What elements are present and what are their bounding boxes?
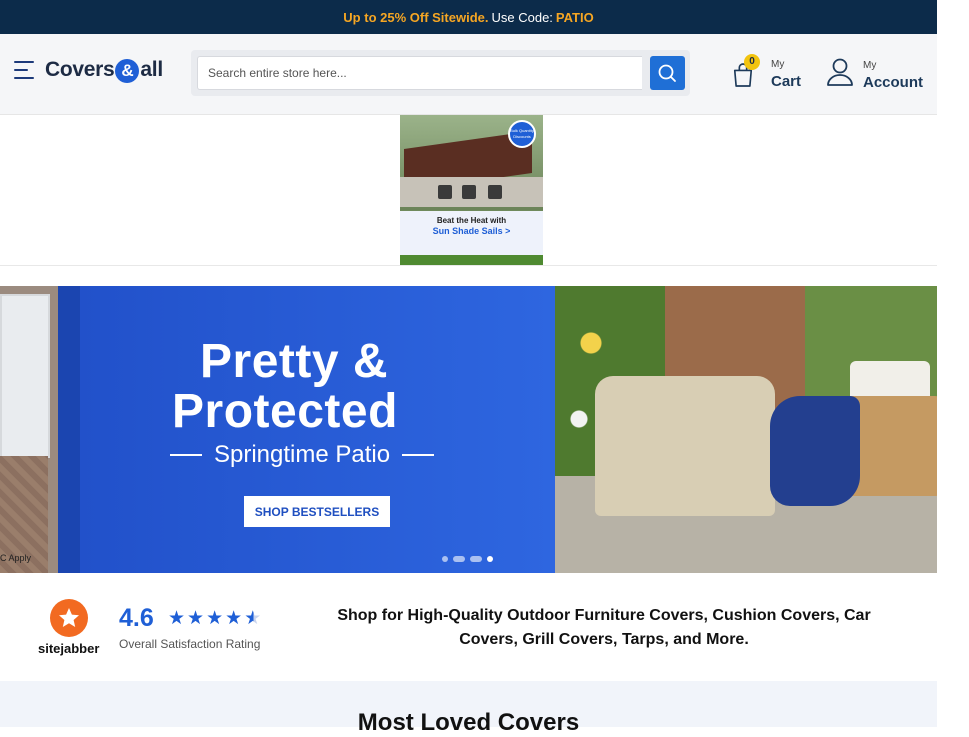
carousel-dots: [442, 556, 493, 562]
furniture-cover-image: [595, 376, 775, 516]
logo-ampersand: &: [115, 59, 140, 83]
promo-bar[interactable]: Up to 25% Off Sitewide. Use Code: PATIO: [0, 0, 937, 34]
account-link[interactable]: My Account: [826, 54, 936, 94]
search-icon: [658, 64, 676, 82]
promo-code-label: Use Code:: [491, 9, 553, 25]
page-gutter: [937, 0, 969, 727]
star-icon: ★: [187, 608, 205, 629]
rating-band: sitejabber 4.6 ★ ★ ★ ★ ★ Overall Satisfa…: [0, 574, 937, 681]
account-label-small: My: [863, 60, 877, 71]
logo-text-part2: all: [140, 58, 163, 81]
sitejabber-logo[interactable]: [50, 599, 88, 637]
hero-title-line2: Protected: [172, 385, 398, 438]
section-heading: Most Loved Covers: [357, 709, 580, 736]
rating-label: Overall Satisfaction Rating: [119, 637, 261, 651]
carousel-dot-2[interactable]: [453, 556, 465, 562]
sun-shade-ad[interactable]: Bulk Quantity Discounts Beat the Heat wi…: [400, 115, 543, 265]
search-input[interactable]: [197, 56, 642, 90]
rating-score: 4.6: [119, 604, 154, 632]
patio-furniture-photo: [555, 286, 952, 573]
hero-subtitle: Springtime Patio: [214, 441, 391, 468]
account-label: Account: [863, 74, 923, 91]
search-button[interactable]: [650, 56, 685, 90]
carousel-dot-3[interactable]: [470, 556, 482, 562]
search-bar: [191, 50, 690, 96]
previous-slide-text: C Apply: [0, 553, 32, 563]
cart-link[interactable]: 0 My Cart: [732, 54, 812, 94]
cart-label-small: My: [771, 59, 785, 70]
divider: [0, 265, 937, 266]
star-icon: [59, 608, 79, 627]
site-header: Covers&all 0 My Cart My Account: [0, 34, 937, 115]
previous-slide-peek: C Apply: [0, 286, 58, 573]
carousel-dot-4[interactable]: [487, 556, 493, 562]
hero-carousel[interactable]: C Apply Pretty & Protected Springtime Pa…: [0, 286, 952, 573]
half-star-icon: ★: [244, 608, 262, 629]
most-loved-section: Most Loved Covers: [0, 681, 937, 736]
hero-subtitle-row: Springtime Patio: [170, 441, 435, 469]
star-icon: ★: [225, 608, 243, 629]
bulk-discount-seal: Bulk Quantity Discounts: [508, 120, 536, 148]
promo-code: PATIO: [555, 9, 594, 25]
ad-line2[interactable]: Sun Shade Sails >: [400, 226, 543, 236]
logo-text-part1: Covers: [45, 58, 115, 81]
user-icon: [827, 58, 853, 86]
promo-offer: Up to 25% Off Sitewide.: [343, 9, 489, 25]
shop-bestsellers-button[interactable]: SHOP BESTSELLERS: [244, 496, 390, 527]
sitejabber-name: sitejabber: [38, 641, 100, 656]
cart-count-badge: 0: [744, 54, 760, 70]
star-icon: ★: [168, 608, 186, 629]
star-icon: ★: [206, 608, 224, 629]
menu-icon[interactable]: [14, 61, 34, 81]
rating-stars: ★ ★ ★ ★ ★: [168, 609, 261, 628]
site-logo[interactable]: Covers & all: [45, 58, 163, 83]
hero-title-line1: Pretty &: [200, 335, 389, 388]
carousel-dot-1[interactable]: [442, 556, 448, 562]
store-tagline: Shop for High-Quality Outdoor Furniture …: [337, 607, 871, 648]
ad-line1: Beat the Heat with: [436, 216, 507, 225]
cart-label: Cart: [771, 73, 802, 90]
